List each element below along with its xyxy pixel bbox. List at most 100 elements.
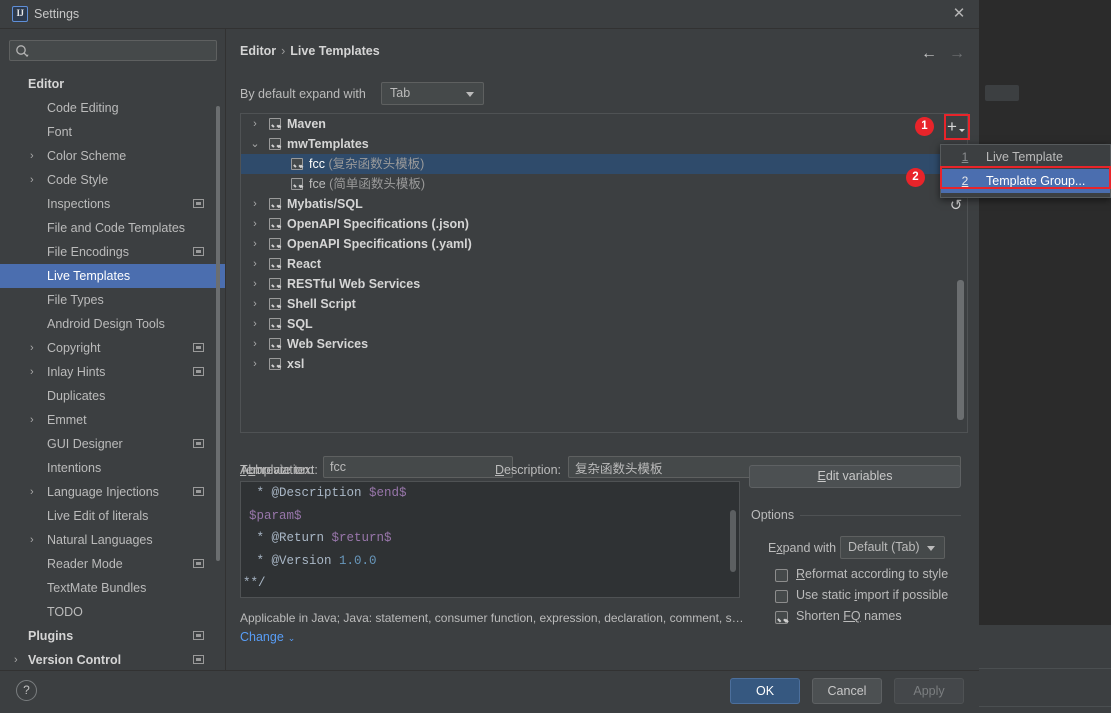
- tree-row[interactable]: › OpenAPI Specifications (.yaml): [241, 234, 967, 254]
- template-text-scrollbar-thumb[interactable]: [730, 510, 736, 572]
- chevron-right-icon[interactable]: ›: [249, 254, 261, 274]
- sidebar-item-intentions[interactable]: Intentions: [0, 456, 226, 480]
- chevron-right-icon[interactable]: ›: [249, 234, 261, 254]
- chevron-right-icon[interactable]: ›: [30, 144, 40, 168]
- tree-row-checkbox[interactable]: [269, 198, 281, 210]
- sidebar-item-live-edit-of-literals[interactable]: Live Edit of literals: [0, 504, 226, 528]
- tree-row-checkbox[interactable]: [269, 338, 281, 350]
- sidebar-item-file-types[interactable]: File Types: [0, 288, 226, 312]
- search-box[interactable]: [9, 40, 217, 61]
- edit-variables-button[interactable]: Edit variables: [749, 465, 961, 488]
- sidebar-item-file-encodings[interactable]: File Encodings: [0, 240, 226, 264]
- tree-row[interactable]: › xsl: [241, 354, 967, 374]
- sidebar-item-todo[interactable]: TODO: [0, 600, 226, 624]
- option-expand-with-select[interactable]: Default (Tab): [840, 536, 945, 559]
- sidebar-item-live-templates[interactable]: Live Templates: [0, 264, 226, 288]
- sidebar-item-color-scheme[interactable]: › Color Scheme: [0, 144, 226, 168]
- close-icon[interactable]: ✕: [948, 5, 970, 24]
- apply-button[interactable]: Apply: [894, 678, 964, 704]
- breadcrumb-parent[interactable]: Editor: [240, 44, 276, 58]
- tree-row[interactable]: › Shell Script: [241, 294, 967, 314]
- tree-row[interactable]: › Web Services: [241, 334, 967, 354]
- tree-row-checkbox[interactable]: [269, 358, 281, 370]
- tree-row-checkbox[interactable]: [291, 178, 303, 190]
- sidebar-item-code-editing[interactable]: Code Editing: [0, 96, 226, 120]
- tree-row[interactable]: ⌄ mwTemplates: [241, 134, 967, 154]
- help-button[interactable]: ?: [16, 680, 37, 701]
- sidebar-item-inlay-hints[interactable]: › Inlay Hints: [0, 360, 226, 384]
- sidebar-item-label: Natural Languages: [47, 533, 153, 547]
- tree-row-checkbox[interactable]: [269, 238, 281, 250]
- sidebar-item-android-design-tools[interactable]: Android Design Tools: [0, 312, 226, 336]
- tree-row-checkbox[interactable]: [269, 118, 281, 130]
- tree-row-checkbox[interactable]: [269, 138, 281, 150]
- default-expand-select[interactable]: Tab: [381, 82, 484, 105]
- template-text-editor[interactable]: * @Description $end$ $param$ * @Return $r…: [240, 481, 740, 598]
- sidebar-item-code-style[interactable]: › Code Style: [0, 168, 226, 192]
- option-checkbox[interactable]: [775, 611, 788, 624]
- abbreviation-field[interactable]: [323, 456, 513, 478]
- chevron-right-icon[interactable]: ›: [249, 214, 261, 234]
- sidebar-item-natural-languages[interactable]: › Natural Languages: [0, 528, 226, 552]
- tree-row-checkbox[interactable]: [291, 158, 303, 170]
- tree-row-checkbox[interactable]: [269, 218, 281, 230]
- sidebar-item-font[interactable]: Font: [0, 120, 226, 144]
- sidebar-item-language-injections[interactable]: › Language Injections: [0, 480, 226, 504]
- chevron-right-icon[interactable]: ›: [30, 168, 40, 192]
- sidebar-item-plugins[interactable]: Plugins: [0, 624, 226, 648]
- chevron-right-icon[interactable]: ›: [249, 274, 261, 294]
- chevron-right-icon[interactable]: ›: [30, 408, 40, 432]
- nav-back-icon[interactable]: ←: [918, 43, 940, 65]
- nav-forward-icon[interactable]: →: [946, 43, 968, 65]
- tree-row[interactable]: › RESTful Web Services: [241, 274, 967, 294]
- sidebar-item-duplicates[interactable]: Duplicates: [0, 384, 226, 408]
- chevron-right-icon[interactable]: ›: [249, 314, 261, 334]
- chevron-right-icon[interactable]: ›: [30, 360, 40, 384]
- chevron-right-icon[interactable]: ›: [249, 334, 261, 354]
- sidebar-item-version-control[interactable]: › Version Control: [0, 648, 226, 672]
- sidebar-item-textmate-bundles[interactable]: TextMate Bundles: [0, 576, 226, 600]
- tree-row[interactable]: › SQL: [241, 314, 967, 334]
- sidebar-item-file-and-code-templates[interactable]: File and Code Templates: [0, 216, 226, 240]
- tree-row[interactable]: › Mybatis/SQL: [241, 194, 967, 214]
- option-label-post: mport if possible: [857, 588, 949, 602]
- option-checkbox[interactable]: [775, 569, 788, 582]
- cancel-button[interactable]: Cancel: [812, 678, 882, 704]
- tree-row-checkbox[interactable]: [269, 318, 281, 330]
- sidebar-item-inspections[interactable]: Inspections: [0, 192, 226, 216]
- tree-scrollbar-thumb[interactable]: [957, 280, 964, 420]
- ok-button[interactable]: OK: [730, 678, 800, 704]
- sidebar-scrollbar-thumb[interactable]: [216, 106, 220, 561]
- abbreviation-input[interactable]: [330, 457, 506, 477]
- sidebar-item-editor[interactable]: Editor: [0, 72, 226, 96]
- tree-row[interactable]: › Maven: [241, 114, 967, 134]
- modified-settings-icon: [193, 631, 204, 640]
- sidebar-item-gui-designer[interactable]: GUI Designer: [0, 432, 226, 456]
- chevron-right-icon[interactable]: ›: [249, 294, 261, 314]
- tree-row-checkbox[interactable]: [269, 258, 281, 270]
- chevron-right-icon[interactable]: ›: [249, 354, 261, 374]
- sidebar-item-copyright[interactable]: › Copyright: [0, 336, 226, 360]
- chevron-right-icon[interactable]: ›: [249, 114, 261, 134]
- tree-row-checkbox[interactable]: [269, 278, 281, 290]
- chevron-right-icon[interactable]: ›: [30, 480, 40, 504]
- sidebar-item-emmet[interactable]: › Emmet: [0, 408, 226, 432]
- chevron-down-icon[interactable]: ⌄: [249, 134, 261, 154]
- option-expand-post: pand with: [782, 541, 837, 555]
- tree-row[interactable]: fce (简单函数头模板): [241, 174, 967, 194]
- sidebar-item-label: File and Code Templates: [47, 221, 186, 235]
- chevron-right-icon[interactable]: ›: [30, 528, 40, 552]
- tree-row-checkbox[interactable]: [269, 298, 281, 310]
- live-templates-tree[interactable]: ›Kotlin›Maven⌄mwTemplatesfcc (复杂函数头模板)fc…: [240, 113, 968, 433]
- tree-row[interactable]: fcc (复杂函数头模板): [241, 154, 967, 174]
- chevron-right-icon[interactable]: ›: [249, 194, 261, 214]
- change-context-link[interactable]: Change ⌄: [240, 630, 295, 644]
- sidebar-item-reader-mode[interactable]: Reader Mode: [0, 552, 226, 576]
- chevron-right-icon[interactable]: ›: [30, 336, 40, 360]
- chevron-right-icon[interactable]: ›: [14, 648, 24, 672]
- option-checkbox[interactable]: [775, 590, 788, 603]
- tree-row[interactable]: › React: [241, 254, 967, 274]
- settings-sidebar: Editor Code Editing Font › Color Scheme › Code…: [0, 29, 226, 674]
- tree-row[interactable]: › OpenAPI Specifications (.json): [241, 214, 967, 234]
- search-input[interactable]: [34, 43, 210, 59]
